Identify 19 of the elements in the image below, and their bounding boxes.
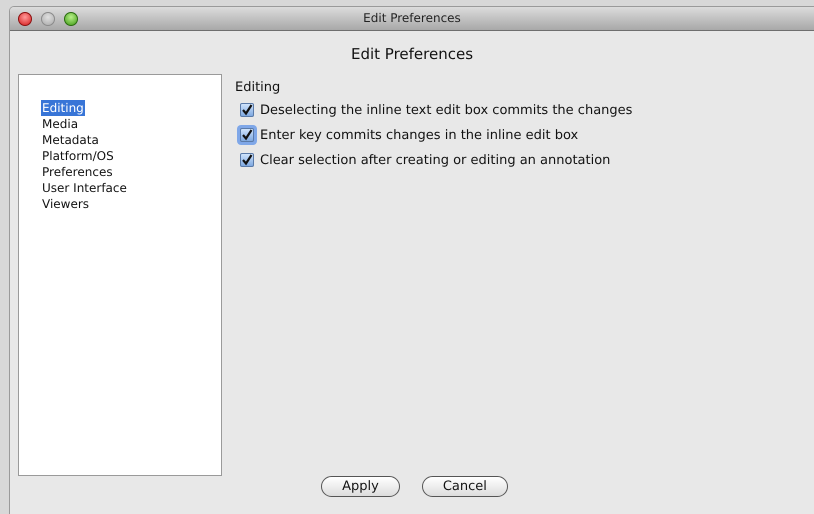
checkbox-label: Enter key commits changes in the inline edit box xyxy=(260,126,578,145)
checkbox[interactable] xyxy=(240,103,254,118)
dialog-button[interactable]: Apply xyxy=(321,476,400,498)
checkbox-label: Clear selection after creating or editing an annotation xyxy=(260,152,610,170)
dialog-button[interactable]: Cancel xyxy=(422,476,508,498)
section-title: Editing xyxy=(235,79,282,98)
category-item[interactable]: Media xyxy=(41,116,80,132)
category-item[interactable]: User Interface xyxy=(41,180,128,196)
checkbox-label: Deselecting the inline text edit box commits the changes xyxy=(260,102,632,120)
category-item[interactable]: Viewers xyxy=(41,196,90,212)
category-item[interactable]: Preferences xyxy=(41,164,114,180)
dialog-heading: Edit Preferences xyxy=(350,44,474,65)
zoom-button[interactable] xyxy=(64,12,78,26)
checkbox[interactable] xyxy=(240,153,254,168)
category-item[interactable]: Platform/OS xyxy=(41,148,115,164)
window-title: Edit Preferences xyxy=(363,10,461,28)
category-item[interactable]: Metadata xyxy=(41,132,100,148)
close-button[interactable] xyxy=(18,12,32,26)
category-item[interactable]: Editing xyxy=(41,100,85,116)
